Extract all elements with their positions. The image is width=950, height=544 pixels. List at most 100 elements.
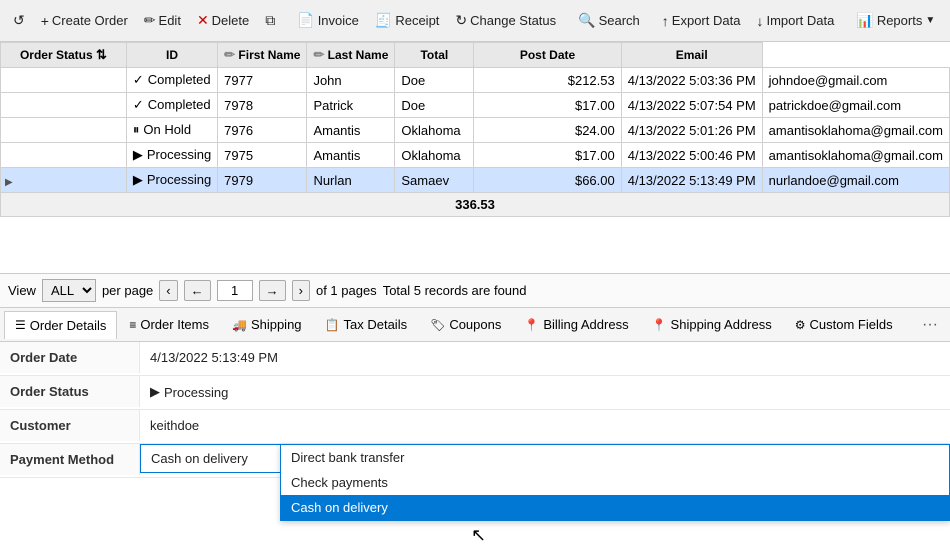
expand-cell-empty	[1, 143, 127, 168]
cell-status: ⏸On Hold	[126, 118, 217, 143]
cell-email: amantisoklahoma@gmail.com	[762, 118, 949, 143]
cell-email: nurlandoe@gmail.com	[762, 168, 949, 193]
status-icon: ⏸	[133, 122, 140, 137]
more-tabs-button[interactable]: ···	[914, 316, 946, 334]
payment-method-dropdown[interactable]: Direct bank transfer Check payments Cash…	[280, 444, 950, 521]
tab-tax-details[interactable]: 📋 Tax Details	[314, 310, 419, 339]
pagination-bar: View ALL102550100 per page ‹ ← → › of 1 …	[0, 274, 950, 308]
refresh-button[interactable]: ↺	[6, 9, 32, 32]
export-icon: ↑	[662, 13, 669, 29]
next-page-button[interactable]: ›	[292, 280, 310, 301]
payment-method-value[interactable]: Cash on delivery Direct bank transfer Ch…	[140, 444, 950, 473]
search-button[interactable]: 🔍 Search	[571, 9, 647, 32]
reports-chevron: ▼	[925, 15, 935, 26]
table-row[interactable]: ▶▶Processing7979NurlanSamaev$66.004/13/2…	[1, 168, 950, 193]
tab-coupons[interactable]: 🏷 Coupons	[419, 310, 512, 339]
import-icon: ↓	[756, 13, 763, 29]
cell-first: Nurlan	[307, 168, 395, 193]
cell-last: Samaev	[395, 168, 474, 193]
edit-col-icon: ✏	[224, 47, 235, 62]
tab-shipping[interactable]: 🚚Shipping	[221, 310, 313, 339]
cell-email: patrickdoe@gmail.com	[762, 93, 949, 118]
option-cash[interactable]: Cash on delivery	[281, 495, 949, 520]
expand-cell[interactable]: ▶	[1, 168, 127, 193]
col-total[interactable]: Total	[395, 43, 474, 68]
tab-billing-address[interactable]: 📍Billing Address	[513, 310, 639, 339]
tab-icon: 📍	[524, 318, 539, 332]
order-date-row: Order Date 4/13/2022 5:13:49 PM	[0, 342, 950, 376]
orders-table: Order Status ⇅ ID ✏ First Name ✏ Last Na…	[0, 42, 950, 217]
col-email[interactable]: Email	[621, 43, 762, 68]
import-button[interactable]: ↓ Import Data	[749, 10, 841, 32]
view-label: View	[8, 283, 36, 298]
tab-order-details[interactable]: ☰Order Details	[4, 311, 117, 340]
export-button[interactable]: ↑ Export Data	[655, 10, 748, 32]
tab-icon: 📋	[325, 318, 340, 332]
payment-method-label: Payment Method	[0, 444, 140, 475]
tab-icon: 📍	[652, 318, 667, 332]
col-post-date[interactable]: Post Date	[474, 43, 621, 68]
records-found: Total 5 records are found	[383, 283, 527, 298]
table-row[interactable]: ⏸On Hold7976AmantisOklahoma$24.004/13/20…	[1, 118, 950, 143]
col-id[interactable]: ID	[126, 43, 217, 68]
tab-order-items[interactable]: ≡Order Items	[118, 310, 220, 339]
prev-page-button[interactable]: ‹	[159, 280, 177, 301]
receipt-icon: 🧾	[375, 12, 392, 29]
option-check[interactable]: Check payments	[281, 470, 949, 495]
tab-label: Tax Details	[344, 317, 408, 332]
table-row[interactable]: ▶Processing7975AmantisOklahoma$17.004/13…	[1, 143, 950, 168]
cell-email: amantisoklahoma@gmail.com	[762, 143, 949, 168]
option-direct-bank[interactable]: Direct bank transfer	[281, 445, 949, 470]
cell-first: Patrick	[307, 93, 395, 118]
cell-total: $17.00	[474, 143, 621, 168]
create-order-button[interactable]: + Create Order	[34, 10, 135, 32]
per-page-select[interactable]: ALL102550100	[42, 279, 96, 302]
col-last-name[interactable]: ✏ Last Name	[307, 43, 395, 68]
table-row[interactable]: ✓Completed7978PatrickDoe$17.004/13/2022 …	[1, 93, 950, 118]
change-status-button[interactable]: ↻ Change Status	[448, 9, 563, 32]
reports-icon: 📊	[856, 12, 873, 29]
order-status-row: Order Status ▶ Processing	[0, 376, 950, 410]
tab-label: Order Items	[140, 317, 209, 332]
cell-total: $17.00	[474, 93, 621, 118]
invoice-icon: 📄	[297, 12, 314, 29]
prev-button[interactable]: ←	[184, 280, 211, 301]
tab-icon: ⚙	[795, 318, 806, 332]
view-button[interactable]: ⊞ View ▼	[944, 9, 950, 32]
cell-date: 4/13/2022 5:13:49 PM	[621, 168, 762, 193]
duplicate-button[interactable]: ⧉	[258, 9, 282, 32]
tab-label: Shipping Address	[671, 317, 772, 332]
tab-custom-fields[interactable]: ⚙ Custom Fields	[784, 310, 904, 339]
detail-area: Order Date 4/13/2022 5:13:49 PM Order St…	[0, 342, 950, 478]
tab-icon: 🏷	[430, 318, 445, 332]
delete-button[interactable]: ✕ Delete	[190, 9, 256, 32]
customer-label: Customer	[0, 410, 140, 441]
col-status[interactable]: Order Status ⇅	[1, 43, 127, 68]
expand-cell-empty	[1, 118, 127, 143]
toolbar: ↺ + Create Order ✏ Edit ✕ Delete ⧉ 📄 Inv…	[0, 0, 950, 42]
cell-date: 4/13/2022 5:01:26 PM	[621, 118, 762, 143]
cell-first: Amantis	[307, 143, 395, 168]
cell-total: $66.00	[474, 168, 621, 193]
processing-icon: ▶	[150, 384, 160, 400]
sort-icon: ⇅	[96, 47, 107, 62]
tab-label: Order Details	[30, 318, 107, 333]
expand-cell-empty	[1, 93, 127, 118]
cell-first: Amantis	[307, 118, 395, 143]
tab-label: Coupons	[449, 317, 501, 332]
invoice-button[interactable]: 📄 Invoice	[290, 9, 366, 32]
grand-total: 336.53	[1, 193, 950, 217]
tab-order-notes[interactable]: 👍Order Notes	[905, 310, 914, 339]
tab-shipping-address[interactable]: 📍 Shipping Address	[641, 310, 783, 339]
col-first-name[interactable]: ✏ First Name	[218, 43, 307, 68]
tab-label: Shipping	[251, 317, 302, 332]
edit-button[interactable]: ✏ Edit	[137, 9, 188, 32]
receipt-button[interactable]: 🧾 Receipt	[368, 9, 447, 32]
tab-label: Custom Fields	[810, 317, 893, 332]
table-row[interactable]: ✓Completed7977JohnDoe$212.534/13/2022 5:…	[1, 68, 950, 93]
status-icon: ▶	[133, 172, 143, 187]
customer-value: keithdoe	[140, 410, 950, 441]
reports-button[interactable]: 📊 Reports ▼	[849, 9, 942, 32]
page-input[interactable]	[217, 280, 253, 301]
next-button[interactable]: →	[259, 280, 286, 301]
